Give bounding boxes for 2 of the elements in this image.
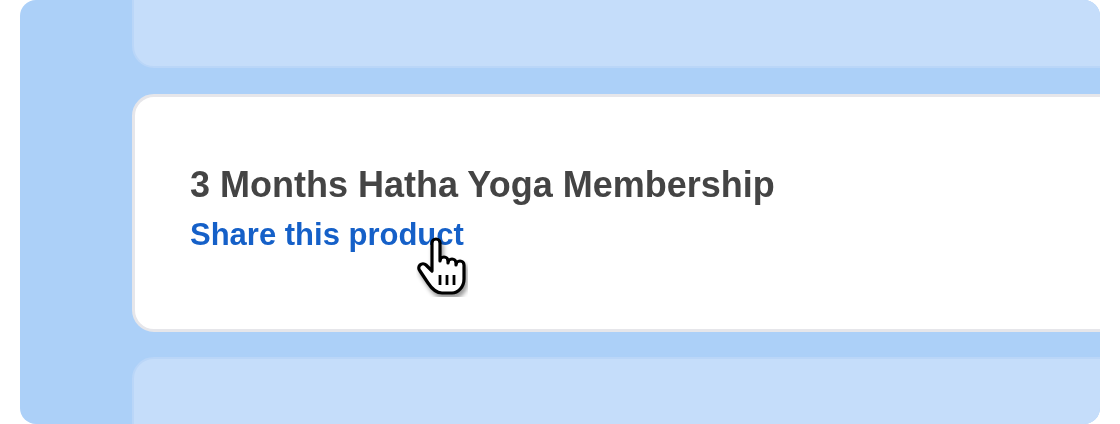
share-link[interactable]: Share this product bbox=[190, 217, 464, 252]
product-title: 3 Months Hatha Yoga Membership bbox=[190, 163, 776, 207]
